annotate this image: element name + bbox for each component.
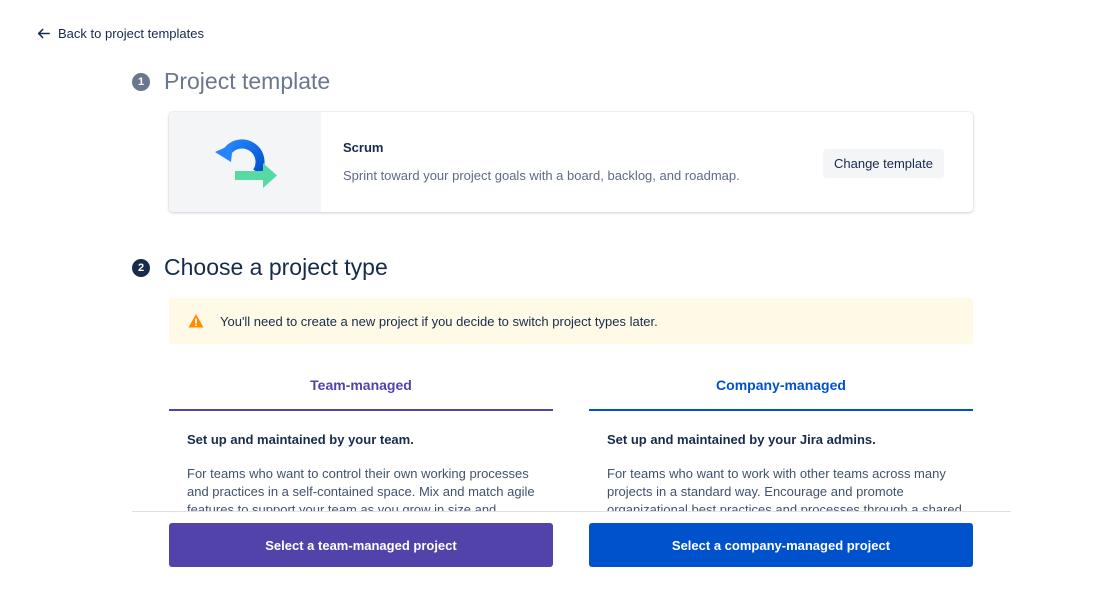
template-image [169, 112, 321, 212]
step-title: Project template [164, 68, 331, 94]
step-number: 1 [132, 72, 150, 91]
warning-icon [188, 314, 204, 328]
company-managed-body: For teams who want to work with other te… [607, 466, 962, 512]
step-2-header: 2 Choose a project type [132, 254, 388, 281]
tab-company-managed[interactable]: Company-managed [589, 370, 973, 411]
step-title: Choose a project type [164, 254, 388, 280]
template-card: Scrum Sprint toward your project goals w… [169, 112, 973, 212]
select-team-managed-button[interactable]: Select a team-managed project [169, 523, 553, 567]
team-managed-description: Set up and maintained by your team. For … [187, 432, 547, 512]
company-managed-heading: Set up and maintained by your Jira admin… [607, 432, 876, 447]
select-company-managed-button[interactable]: Select a company-managed project [589, 523, 973, 567]
change-template-button[interactable]: Change template [822, 149, 944, 178]
team-managed-body: For teams who want to control their own … [187, 466, 535, 512]
page-container: Back to project templates 1 Project temp… [0, 0, 1099, 592]
step-1-header: 1 Project template [132, 68, 330, 95]
team-managed-heading: Set up and maintained by your team. [187, 432, 414, 447]
company-managed-description: Set up and maintained by your Jira admin… [607, 432, 967, 512]
back-to-templates-link[interactable]: Back to project templates [37, 26, 204, 41]
warning-text: You'll need to create a new project if y… [220, 313, 658, 329]
step-number: 2 [132, 258, 150, 277]
back-link-label: Back to project templates [58, 26, 204, 41]
warning-banner: You'll need to create a new project if y… [169, 298, 973, 344]
arrow-left-icon [37, 28, 50, 39]
tab-team-managed[interactable]: Team-managed [169, 370, 553, 411]
scrum-icon [215, 139, 277, 188]
